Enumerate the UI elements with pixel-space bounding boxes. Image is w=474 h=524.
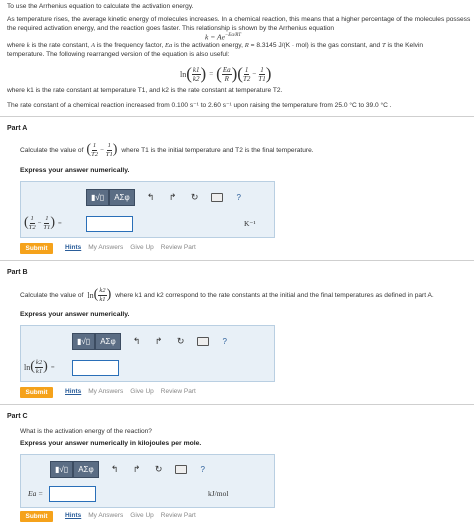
part-c-question: What is the activation energy of the rea… bbox=[20, 428, 152, 435]
hints-link[interactable]: Hints bbox=[65, 512, 81, 519]
intro-line-5: temperature. The following rearranged ve… bbox=[7, 51, 230, 58]
help-icon[interactable]: ? bbox=[233, 192, 245, 204]
my-answers-link[interactable]: My Answers bbox=[88, 388, 123, 395]
part-c-title: Part C bbox=[7, 413, 28, 420]
part-b-toolbar: ▮√▯ ΑΣφ ↰ ↱ ↻ ? bbox=[72, 333, 231, 350]
divider bbox=[0, 260, 474, 261]
part-c-unit: kJ/mol bbox=[208, 489, 229, 498]
give-up-link[interactable]: Give Up bbox=[130, 512, 153, 519]
part-b-answer-input[interactable] bbox=[72, 360, 119, 376]
help-icon[interactable]: ? bbox=[219, 336, 231, 348]
divider bbox=[0, 404, 474, 405]
give-up-link[interactable]: Give Up bbox=[130, 244, 153, 251]
part-b-links: Hints My Answers Give Up Review Part bbox=[65, 388, 196, 395]
part-b-title: Part B bbox=[7, 269, 28, 276]
reset-icon[interactable]: ↻ bbox=[189, 192, 201, 204]
review-part-link[interactable]: Review Part bbox=[161, 512, 196, 519]
intro-line-1: To use the Arrhenius equation to calcula… bbox=[7, 3, 194, 10]
part-a-answer-input[interactable] bbox=[86, 216, 133, 232]
keyboard-icon[interactable] bbox=[174, 464, 187, 476]
give-up-link[interactable]: Give Up bbox=[130, 388, 153, 395]
keyboard-icon[interactable] bbox=[210, 192, 223, 204]
review-part-link[interactable]: Review Part bbox=[161, 244, 196, 251]
part-a-instruction: Express your answer numerically. bbox=[20, 167, 130, 174]
part-a-unit: K⁻¹ bbox=[244, 219, 256, 228]
part-c-links: Hints My Answers Give Up Review Part bbox=[65, 512, 196, 519]
part-a-answer-label: ( 1 T2 − 1 T1 ) = bbox=[24, 214, 62, 231]
arrhenius-equation: k = Ae−Ea/RT bbox=[205, 32, 242, 42]
part-a-links: Hints My Answers Give Up Review Part bbox=[65, 244, 196, 251]
hints-link[interactable]: Hints bbox=[65, 388, 81, 395]
part-b-submit-button[interactable]: Submit bbox=[20, 387, 53, 398]
part-a-question: Calculate the value of ( 1 T2 − 1 T1 ) whe… bbox=[20, 141, 314, 158]
part-b-question: Calculate the value of ln ( k2 k1 ) where… bbox=[20, 286, 434, 303]
part-c-instruction: Express your answer numerically in kiloj… bbox=[20, 440, 202, 447]
redo-icon[interactable]: ↱ bbox=[131, 464, 143, 476]
undo-icon[interactable]: ↰ bbox=[109, 464, 121, 476]
part-a-submit-button[interactable]: Submit bbox=[20, 243, 53, 254]
intro-line-7: The rate constant of a chemical reaction… bbox=[7, 102, 392, 109]
part-a-toolbar: ▮√▯ ΑΣφ ↰ ↱ ↻ ? bbox=[86, 189, 245, 206]
redo-icon[interactable]: ↱ bbox=[167, 192, 179, 204]
part-c-answer-label: Ea = bbox=[28, 489, 43, 498]
templates-button[interactable]: ▮√▯ bbox=[86, 189, 110, 206]
greek-symbols-button[interactable]: ΑΣφ bbox=[95, 333, 121, 350]
templates-button[interactable]: ▮√▯ bbox=[72, 333, 96, 350]
templates-button[interactable]: ▮√▯ bbox=[50, 461, 74, 478]
keyboard-icon[interactable] bbox=[196, 336, 209, 348]
reset-icon[interactable]: ↻ bbox=[175, 336, 187, 348]
intro-line-4: where k is the rate constant, A is the f… bbox=[7, 42, 424, 49]
my-answers-link[interactable]: My Answers bbox=[88, 244, 123, 251]
part-a-title: Part A bbox=[7, 125, 28, 132]
rearranged-equation: ln ( k1 k2 ) = ( Ea R ) ( 1 T2 − 1 T1 ) bbox=[180, 64, 272, 83]
review-part-link[interactable]: Review Part bbox=[161, 388, 196, 395]
part-c-answer-input[interactable] bbox=[49, 486, 96, 502]
reset-icon[interactable]: ↻ bbox=[153, 464, 165, 476]
part-c-submit-button[interactable]: Submit bbox=[20, 511, 53, 522]
my-answers-link[interactable]: My Answers bbox=[88, 512, 123, 519]
help-icon[interactable]: ? bbox=[197, 464, 209, 476]
hints-link[interactable]: Hints bbox=[65, 244, 81, 251]
undo-icon[interactable]: ↰ bbox=[131, 336, 143, 348]
greek-symbols-button[interactable]: ΑΣφ bbox=[73, 461, 99, 478]
redo-icon[interactable]: ↱ bbox=[153, 336, 165, 348]
divider bbox=[0, 116, 474, 117]
part-b-instruction: Express your answer numerically. bbox=[20, 311, 130, 318]
intro-line-2: As temperature rises, the average kineti… bbox=[7, 16, 471, 23]
part-c-toolbar: ▮√▯ ΑΣφ ↰ ↱ ↻ ? bbox=[50, 461, 209, 478]
intro-line-6: where k1 is the rate constant at tempera… bbox=[7, 87, 283, 94]
intro-line-3: the required activation energy, and the … bbox=[7, 25, 335, 32]
greek-symbols-button[interactable]: ΑΣφ bbox=[109, 189, 135, 206]
undo-icon[interactable]: ↰ bbox=[145, 192, 157, 204]
part-b-answer-label: ln ( k2 k1 ) = bbox=[24, 358, 55, 375]
